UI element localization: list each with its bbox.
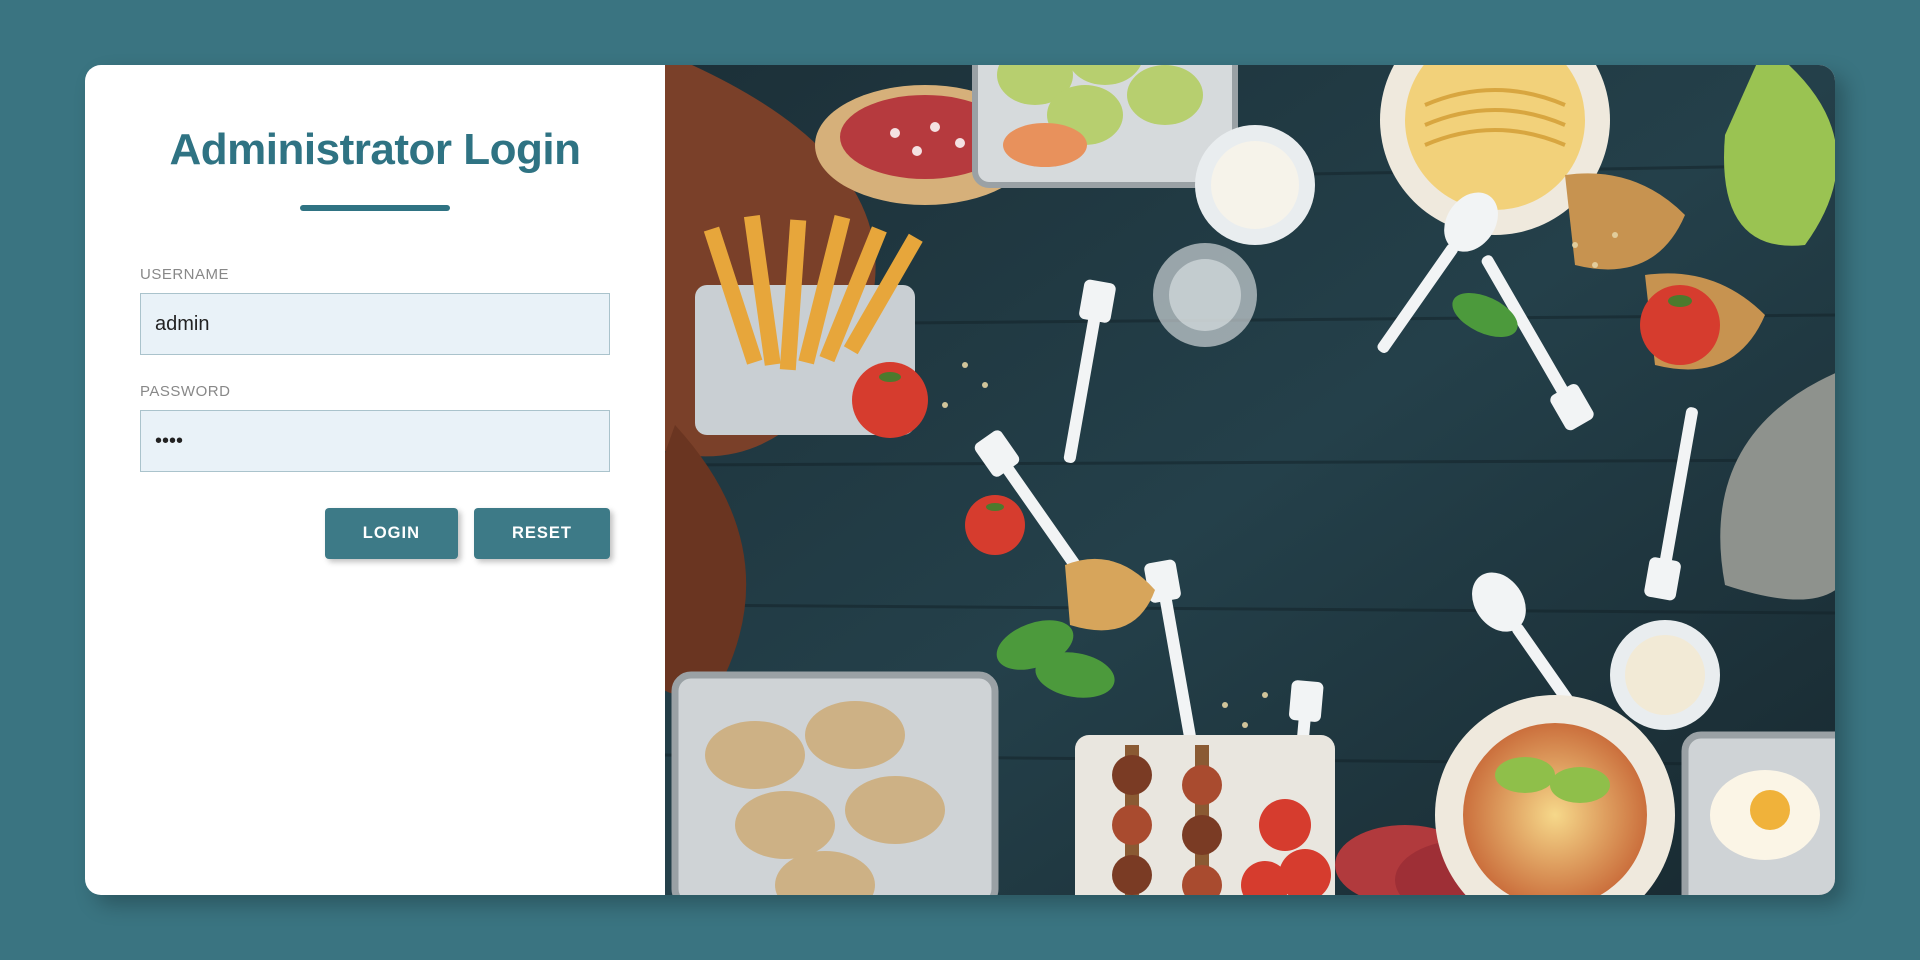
- button-row: LOGIN RESET: [140, 508, 610, 559]
- login-form: USERNAME PASSWORD LOGIN RESET: [140, 266, 610, 559]
- food-table-image: [665, 65, 1835, 895]
- password-label: PASSWORD: [140, 383, 610, 400]
- title-underline: [300, 205, 450, 211]
- login-button[interactable]: LOGIN: [325, 508, 458, 559]
- username-label: USERNAME: [140, 266, 610, 283]
- page-title: Administrator Login: [170, 125, 581, 175]
- reset-button[interactable]: RESET: [474, 508, 610, 559]
- password-input[interactable]: [140, 410, 610, 472]
- login-card: Administrator Login USERNAME PASSWORD LO…: [85, 65, 1835, 895]
- username-input[interactable]: [140, 293, 610, 355]
- hero-image-panel: [665, 65, 1835, 895]
- login-form-panel: Administrator Login USERNAME PASSWORD LO…: [85, 65, 665, 895]
